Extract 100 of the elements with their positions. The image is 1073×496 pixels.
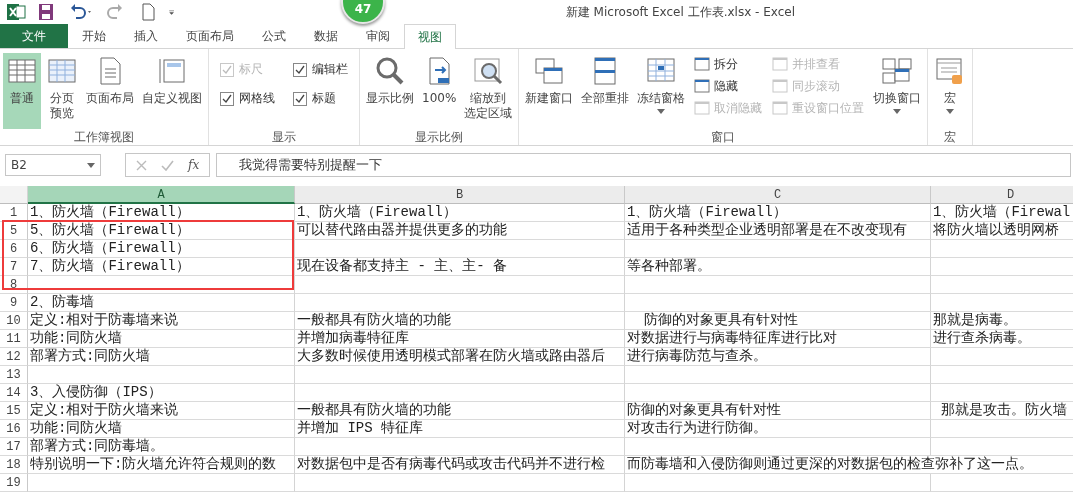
table-cell[interactable] xyxy=(625,276,931,294)
table-cell[interactable]: 1、防火墙（Firewal xyxy=(931,204,1073,222)
row-header[interactable]: 6 xyxy=(0,240,28,258)
ribbon-tab[interactable]: 文件 xyxy=(0,24,68,48)
column-header[interactable]: C xyxy=(625,186,931,204)
row-header[interactable]: 9 xyxy=(0,294,28,312)
table-cell[interactable]: 6、防火墙（Firewall） xyxy=(28,240,295,258)
table-cell[interactable]: 进行病毒防范与查杀。 xyxy=(625,348,931,366)
row-header[interactable]: 19 xyxy=(0,474,28,492)
ribbon-button[interactable]: 分页 预览 xyxy=(43,53,81,129)
table-cell[interactable]: 定义:相对于防火墙来说 xyxy=(28,402,295,420)
row-header[interactable]: 17 xyxy=(0,438,28,456)
table-cell[interactable]: 3、入侵防御（IPS） xyxy=(28,384,295,402)
ribbon-button[interactable]: 自定义视图 xyxy=(139,53,205,129)
ribbon-checkbox[interactable]: 标题 xyxy=(293,90,348,107)
table-cell[interactable]: 2、防毒墙 xyxy=(28,294,295,312)
table-cell[interactable]: 等各种部署。 xyxy=(625,258,931,276)
ribbon-button[interactable]: 显示比例 xyxy=(363,53,417,129)
table-cell[interactable] xyxy=(28,276,295,294)
select-all-corner[interactable] xyxy=(0,186,28,204)
ribbon-tab[interactable]: 开始 xyxy=(68,24,120,48)
ribbon-small-button[interactable]: 隐藏 xyxy=(694,77,763,95)
table-cell[interactable]: 对数据进行与病毒特征库进行比对 xyxy=(625,330,931,348)
table-cell[interactable]: 对数据包中是否有病毒代码或攻击代码并不进行检 xyxy=(295,456,625,474)
row-header[interactable]: 11 xyxy=(0,330,28,348)
table-cell[interactable] xyxy=(625,294,931,312)
table-cell[interactable] xyxy=(295,438,625,456)
table-cell[interactable] xyxy=(295,240,625,258)
table-cell[interactable]: 并增加 IPS 特征库 xyxy=(295,420,625,438)
table-cell[interactable] xyxy=(625,366,931,384)
ribbon-button[interactable]: 页面布局 xyxy=(83,53,137,129)
table-cell[interactable]: 1、防火墙（Firewall） xyxy=(295,204,625,222)
table-cell[interactable]: 特别说明一下:防火墙允许符合规则的数 xyxy=(28,456,295,474)
ribbon-tab[interactable]: 插入 xyxy=(120,24,172,48)
table-cell[interactable]: 功能:同防火墙 xyxy=(28,330,295,348)
ribbon-button[interactable]: 宏 xyxy=(931,53,970,129)
ribbon-button[interactable]: 普通 xyxy=(3,53,41,129)
table-cell[interactable] xyxy=(295,384,625,402)
row-header[interactable]: 1 xyxy=(0,204,28,222)
table-cell[interactable]: 并增加病毒特征库 xyxy=(295,330,625,348)
table-cell[interactable]: 7、防火墙（Firewall） xyxy=(28,258,295,276)
name-box[interactable]: B2 xyxy=(5,154,101,176)
table-cell[interactable]: 那就是病毒。 xyxy=(931,312,1073,330)
table-cell[interactable]: 可以替代路由器并提供更多的功能 xyxy=(295,222,625,240)
row-header[interactable]: 10 xyxy=(0,312,28,330)
table-cell[interactable]: 部署方式:同防毒墙。 xyxy=(28,438,295,456)
table-cell[interactable]: 1、防火墙（Firewall） xyxy=(28,204,295,222)
table-cell[interactable] xyxy=(295,276,625,294)
row-header[interactable]: 5 xyxy=(0,222,28,240)
table-cell[interactable]: 防御的对象更具有针对性 xyxy=(625,402,931,420)
formula-field[interactable]: 我觉得需要特别提醒一下 xyxy=(216,153,1071,177)
table-cell[interactable] xyxy=(295,474,625,492)
table-cell[interactable]: 一般都具有防火墙的功能 xyxy=(295,312,625,330)
table-cell[interactable] xyxy=(625,240,931,258)
row-header[interactable]: 13 xyxy=(0,366,28,384)
table-cell[interactable]: 对攻击行为进行防御。 xyxy=(625,420,931,438)
ribbon-tab[interactable]: 审阅 xyxy=(352,24,404,48)
table-cell[interactable]: 1、防火墙（Firewall） xyxy=(625,204,931,222)
table-cell[interactable] xyxy=(625,474,931,492)
ribbon-button[interactable]: 全部重排 xyxy=(578,53,633,129)
ribbon-tab[interactable]: 公式 xyxy=(248,24,300,48)
ribbon-checkbox[interactable]: 编辑栏 xyxy=(293,61,348,78)
column-header[interactable]: A xyxy=(28,186,295,204)
table-cell[interactable]: 5、防火墙（Firewall） xyxy=(28,222,295,240)
table-cell[interactable]: 定义:相对于防毒墙来说 xyxy=(28,312,295,330)
ribbon-button[interactable]: 缩放到 选定区域 xyxy=(461,53,516,129)
ribbon-checkbox[interactable]: 网格线 xyxy=(220,90,275,107)
ribbon-button[interactable]: 新建窗口 xyxy=(522,53,577,129)
table-cell[interactable]: 将防火墙以透明网桥 xyxy=(931,222,1073,240)
row-header[interactable]: 18 xyxy=(0,456,28,474)
table-cell[interactable]: 大多数时候使用透明模式部署在防火墙或路由器后 xyxy=(295,348,625,366)
cancel-icon[interactable] xyxy=(136,159,147,171)
table-cell[interactable]: 功能:同防火墙 xyxy=(28,420,295,438)
row-header[interactable]: 14 xyxy=(0,384,28,402)
ribbon-small-button[interactable]: 拆分 xyxy=(694,55,763,73)
insert-function-button[interactable]: fx xyxy=(188,158,200,172)
table-cell[interactable]: 防御的对象更具有针对性 xyxy=(625,312,931,330)
table-cell[interactable]: 而防毒墙和入侵防御则通过更深的对数据包的检查弥补了这一点。 xyxy=(625,456,1073,474)
table-cell[interactable]: 进行查杀病毒。 xyxy=(931,330,1073,348)
row-header[interactable]: 16 xyxy=(0,420,28,438)
check-icon[interactable] xyxy=(161,159,174,171)
ribbon-button[interactable]: 100% xyxy=(419,53,460,129)
spreadsheet-logo-icon[interactable] xyxy=(6,3,26,21)
table-cell[interactable]: 那就是攻击。防火墙 xyxy=(931,402,1073,420)
column-header[interactable]: B xyxy=(295,186,625,204)
column-header[interactable]: D xyxy=(931,186,1073,204)
table-cell[interactable] xyxy=(625,438,931,456)
ribbon-tab[interactable]: 视图 xyxy=(404,24,456,49)
table-cell[interactable]: 一般都具有防火墙的功能 xyxy=(295,402,625,420)
table-cell[interactable] xyxy=(28,474,295,492)
ribbon-button[interactable]: 切换窗口 xyxy=(870,53,925,129)
ribbon-tab[interactable]: 页面布局 xyxy=(172,24,248,48)
save-icon[interactable] xyxy=(36,3,56,21)
ribbon-tab[interactable]: 数据 xyxy=(300,24,352,48)
row-header[interactable]: 15 xyxy=(0,402,28,420)
table-cell[interactable] xyxy=(295,366,625,384)
table-cell[interactable]: 适用于各种类型企业透明部署是在不改变现有 xyxy=(625,222,931,240)
row-header[interactable]: 12 xyxy=(0,348,28,366)
table-cell[interactable]: 部署方式:同防火墙 xyxy=(28,348,295,366)
table-cell[interactable]: 现在设备都支持主 - 主、主- 备 xyxy=(295,258,625,276)
